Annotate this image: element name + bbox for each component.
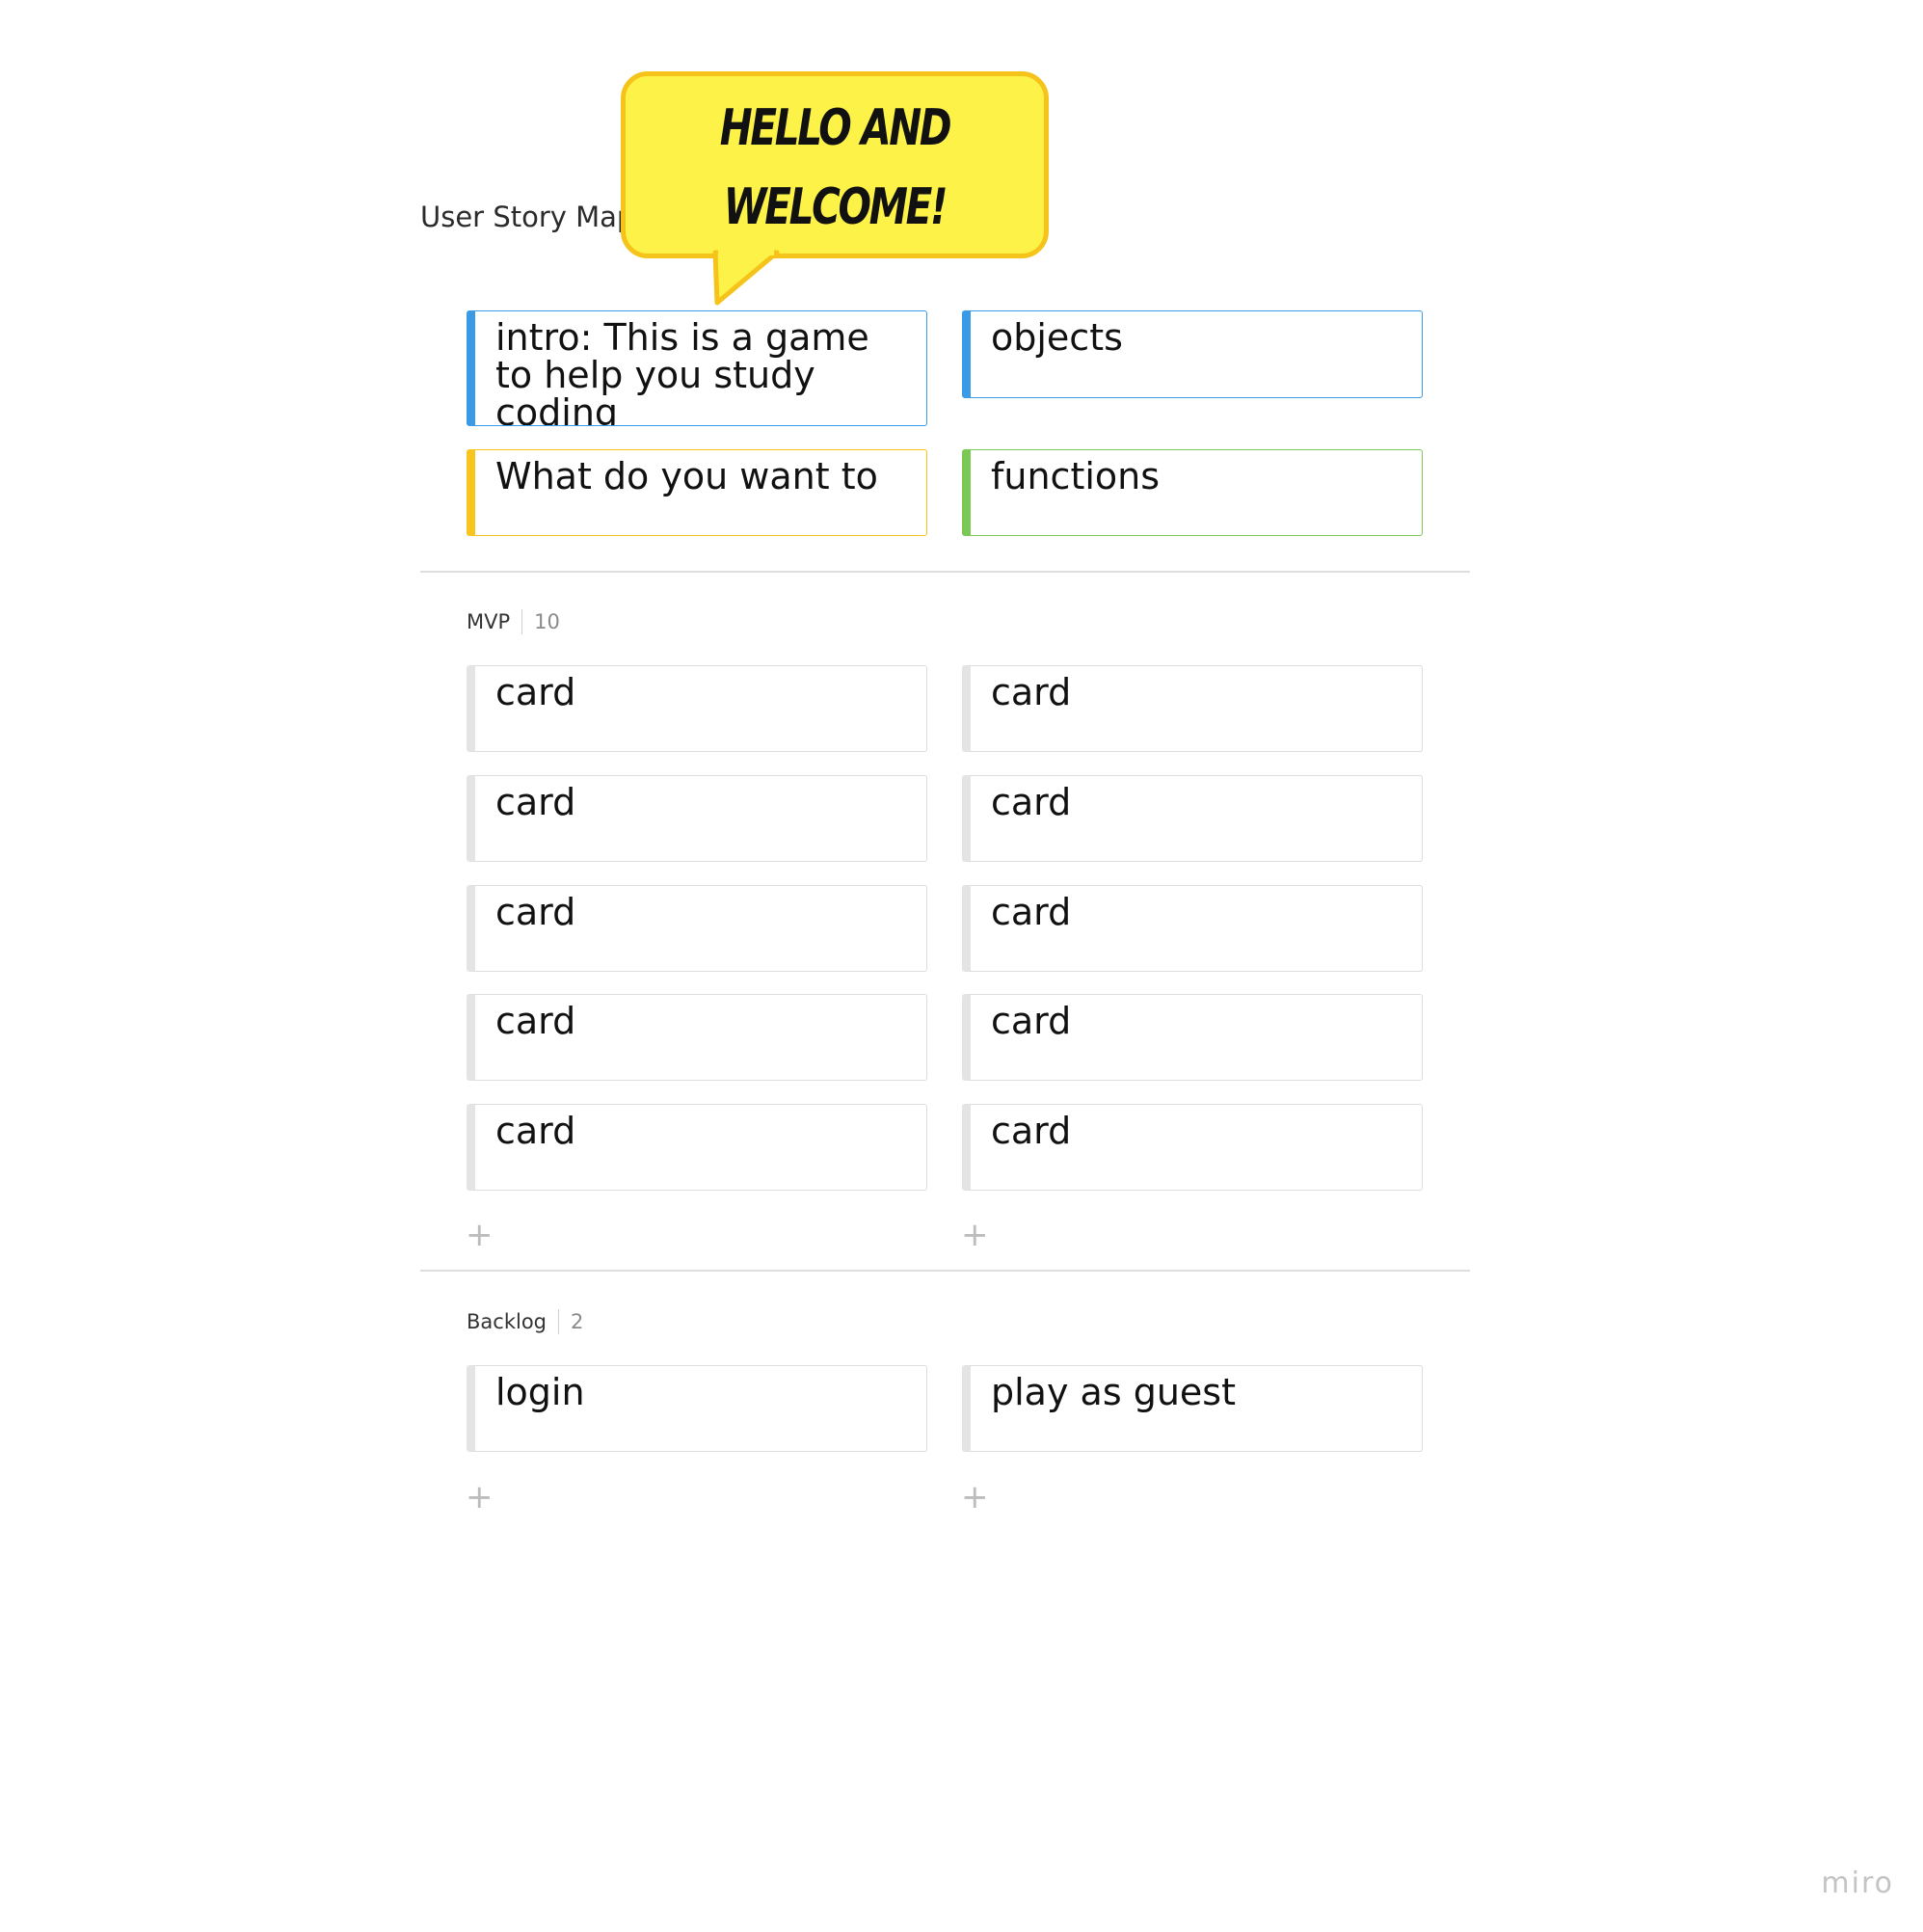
story-card[interactable]: card (962, 885, 1423, 972)
activity-card-what-do-you-want[interactable]: What do you want to (467, 449, 927, 536)
activity-card-intro[interactable]: intro: This is a game to help you study … (467, 310, 927, 426)
activity-card-functions[interactable]: functions (962, 449, 1423, 536)
speech-bubble-tail (712, 247, 780, 306)
add-card-icon[interactable]: + (961, 1481, 989, 1514)
add-card-icon[interactable]: + (466, 1219, 494, 1251)
row-divider-backlog (420, 1270, 1470, 1272)
activity-card-objects[interactable]: objects (962, 310, 1423, 398)
row-name: MVP (467, 610, 511, 633)
board-title: User Story Map (420, 201, 635, 233)
story-card[interactable]: card (467, 775, 927, 862)
story-card[interactable]: card (962, 665, 1423, 752)
story-card[interactable]: card (467, 994, 927, 1081)
story-card-login[interactable]: login (467, 1365, 927, 1452)
row-name: Backlog (467, 1310, 547, 1333)
add-card-icon[interactable]: + (466, 1481, 494, 1514)
row-label-separator (558, 1309, 559, 1334)
row-label-backlog[interactable]: Backlog 2 (467, 1309, 583, 1334)
row-divider-mvp (420, 571, 1470, 573)
row-label-separator (521, 609, 523, 634)
row-label-mvp[interactable]: MVP 10 (467, 609, 560, 634)
story-card[interactable]: card (467, 665, 927, 752)
speech-bubble-text: HELLO AND WELCOME! (719, 99, 952, 236)
story-card[interactable]: card (467, 885, 927, 972)
story-card[interactable]: card (962, 775, 1423, 862)
row-card-count: 10 (534, 610, 560, 633)
story-card-play-as-guest[interactable]: play as guest (962, 1365, 1423, 1452)
story-card[interactable]: card (467, 1104, 927, 1191)
story-card[interactable]: card (962, 994, 1423, 1081)
story-card[interactable]: card (962, 1104, 1423, 1191)
add-card-icon[interactable]: + (961, 1219, 989, 1251)
row-card-count: 2 (571, 1310, 584, 1333)
miro-watermark: miro (1821, 1866, 1894, 1900)
